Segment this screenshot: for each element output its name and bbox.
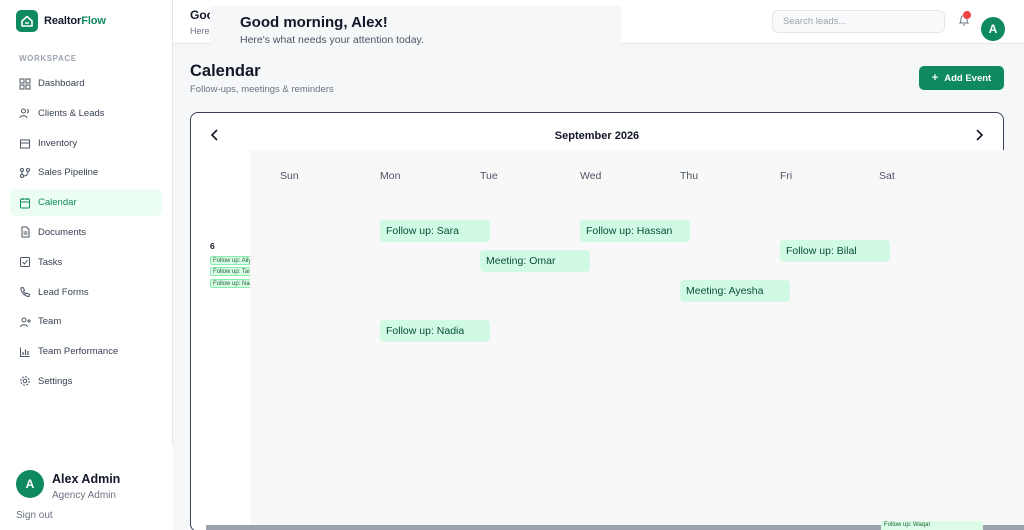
brand[interactable]: RealtorFlow	[16, 10, 106, 32]
calendar-icon	[19, 197, 31, 209]
bar-chart-icon	[19, 346, 31, 358]
weekday-header: Mon	[380, 170, 401, 182]
weekday-header: Wed	[580, 170, 602, 182]
sidebar-item-label: Inventory	[38, 137, 78, 149]
add-event-button[interactable]: + Add Event	[919, 66, 1004, 90]
sidebar-item-label: Calendar	[38, 197, 77, 209]
notification-badge	[963, 11, 971, 19]
sidebar-item-tasks[interactable]: Tasks	[10, 249, 162, 276]
checkbox-icon	[19, 256, 31, 268]
search-box	[772, 10, 945, 33]
sidebar-item-sales-pipeline[interactable]: Sales Pipeline	[10, 159, 162, 186]
sidebar-item-team[interactable]: Team	[10, 308, 162, 335]
event-chip[interactable]: Meeting: Ayesha	[680, 280, 790, 302]
page-subtitle: Follow-ups, meetings & reminders	[190, 84, 334, 95]
calendar-event-chip[interactable]: Follow up: Waqar	[881, 521, 983, 530]
greeting-panel: Good morning, Alex! Here's what needs yo…	[210, 6, 621, 46]
sidebar-item-label: Dashboard	[38, 78, 85, 89]
topbar-avatar[interactable]: A	[979, 15, 1007, 43]
add-event-label: Add Event	[944, 72, 992, 84]
weekday-header: Tue	[480, 170, 498, 182]
sign-out-link[interactable]: Sign out	[16, 510, 53, 521]
calendar-day-number: 6	[210, 241, 215, 251]
sidebar-item-clients-leads[interactable]: Clients & Leads	[10, 100, 162, 127]
user-plus-icon	[19, 316, 31, 328]
event-chip[interactable]: Follow up: Sara	[380, 220, 490, 242]
calendar-event-chip[interactable]: Follow up: Aliya	[210, 256, 252, 265]
avatar[interactable]: A	[16, 470, 44, 498]
calendar-event-chip[interactable]: Follow up: Nadia	[210, 279, 252, 288]
workspace-section-label: WORKSPACE	[19, 54, 77, 63]
event-chip[interactable]: Meeting: Omar	[480, 250, 590, 272]
user-role: Agency Admin	[52, 490, 116, 501]
greeting-subtitle: Here's what needs your attention today.	[240, 34, 424, 46]
sidebar-item-label: Lead Forms	[38, 286, 89, 298]
sidebar-item-label: Clients & Leads	[38, 107, 105, 119]
grid-icon	[19, 78, 31, 90]
weekday-header: Thu	[680, 170, 699, 182]
gear-icon	[19, 375, 31, 387]
sidebar-item-team-performance[interactable]: Team Performance	[10, 338, 162, 365]
calendar-month-title: September 2026	[554, 130, 640, 142]
phone-icon	[19, 286, 31, 298]
building-icon	[19, 137, 31, 149]
week-events-panel: Sun Mon Tue Wed Thu Fri Sat Follow up: S…	[250, 150, 1024, 530]
document-icon	[19, 226, 31, 238]
pipeline-icon	[19, 167, 31, 179]
plus-icon: +	[931, 71, 939, 84]
sidebar-item-label: Sales Pipeline	[38, 167, 99, 179]
topbar-subtitle-clipped: Here	[190, 26, 210, 36]
sidebar-item-documents[interactable]: Documents	[10, 219, 162, 246]
weekday-header: Sat	[879, 170, 895, 182]
sidebar-item-label: Team	[38, 316, 62, 328]
sidebar-nav: Dashboard Clients & Leads Inventory Sale…	[10, 70, 162, 398]
chevron-right-icon[interactable]	[973, 128, 985, 142]
brand-name: RealtorFlow	[44, 15, 106, 27]
search-input[interactable]	[773, 11, 944, 32]
sidebar-item-settings[interactable]: Settings	[10, 368, 162, 395]
event-chip[interactable]: Follow up: Nadia	[380, 320, 490, 342]
calendar-event-chip[interactable]: Follow up: Tariq	[210, 267, 252, 276]
page-title: Calendar	[190, 62, 261, 80]
sidebar-item-lead-forms[interactable]: Lead Forms	[10, 279, 162, 306]
sidebar-item-label: Documents	[38, 226, 87, 238]
sidebar-item-dashboard[interactable]: Dashboard	[10, 70, 162, 97]
sidebar-item-label: Settings	[38, 375, 73, 387]
users-icon	[19, 107, 31, 119]
sidebar-item-label: Team Performance	[38, 346, 119, 358]
event-chip[interactable]: Follow up: Bilal	[780, 240, 890, 262]
brand-logo-icon	[16, 10, 38, 32]
user-name: Alex Admin	[52, 472, 121, 486]
weekday-header: Fri	[780, 170, 793, 182]
weekday-header: Sun	[280, 170, 299, 182]
sidebar-item-label: Tasks	[38, 256, 63, 268]
sidebar-item-calendar[interactable]: Calendar	[10, 189, 162, 217]
sidebar-item-inventory[interactable]: Inventory	[10, 130, 162, 157]
event-chip[interactable]: Follow up: Hassan	[580, 220, 690, 242]
greeting-title: Good morning, Alex!	[240, 14, 388, 31]
